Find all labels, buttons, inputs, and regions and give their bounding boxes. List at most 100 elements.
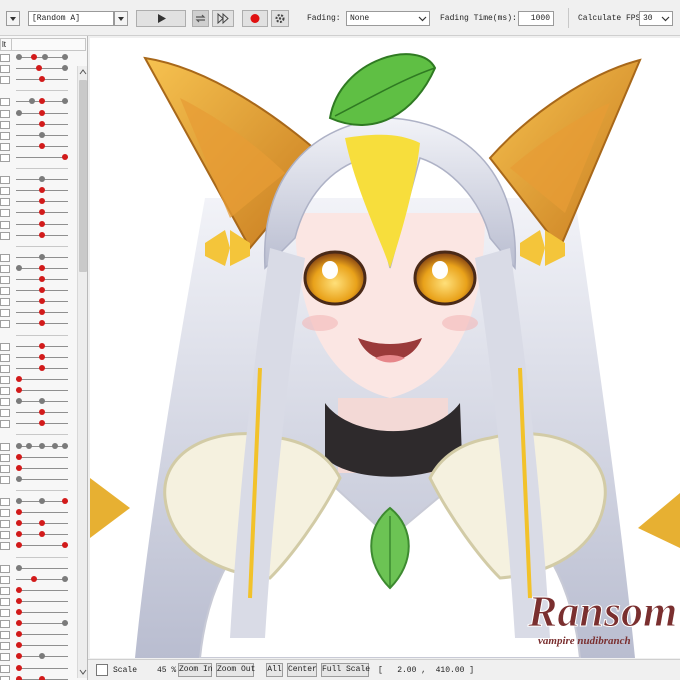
parameter-slider-track[interactable]: [16, 478, 68, 480]
parameter-row[interactable]: [0, 418, 76, 429]
parameter-checkbox[interactable]: [0, 664, 10, 673]
parameter-slider-knob[interactable]: [28, 98, 35, 105]
parameter-checkbox[interactable]: [0, 131, 10, 140]
parameter-checkbox[interactable]: [0, 442, 10, 451]
parameter-slider-track[interactable]: [16, 334, 68, 336]
parameter-slider-knob-active[interactable]: [39, 364, 45, 371]
parameter-slider-knob-active[interactable]: [39, 231, 45, 238]
parameter-slider-knob[interactable]: [15, 264, 22, 271]
parameter-slider-knob-active[interactable]: [15, 653, 22, 660]
parameter-row[interactable]: [0, 307, 76, 318]
parameter-checkbox[interactable]: [0, 542, 10, 551]
parameter-checkbox[interactable]: [0, 453, 10, 462]
parameter-checkbox[interactable]: [0, 220, 10, 229]
parameter-slider-knob[interactable]: [62, 98, 69, 105]
parameter-checkbox[interactable]: [0, 187, 10, 196]
parameter-slider-knob-active[interactable]: [15, 531, 22, 538]
parameter-checkbox[interactable]: [0, 520, 10, 529]
parameter-checkbox[interactable]: [0, 620, 10, 629]
parameter-slider-knob[interactable]: [52, 442, 58, 449]
parameter-checkbox[interactable]: [0, 464, 10, 473]
parameter-checkbox[interactable]: [0, 353, 10, 362]
parameter-row[interactable]: [0, 185, 76, 196]
scroll-down-icon[interactable]: [79, 667, 87, 677]
fading-select[interactable]: None: [346, 11, 430, 26]
parameter-slider-track[interactable]: [16, 434, 68, 436]
parameter-slider-knob-active[interactable]: [39, 420, 45, 427]
parameter-row[interactable]: [0, 452, 76, 463]
parameter-row[interactable]: [0, 63, 76, 74]
parameter-slider-knob[interactable]: [62, 620, 69, 627]
parameter-slider-track[interactable]: [16, 545, 68, 547]
parameter-slider-knob-active[interactable]: [39, 276, 45, 282]
parameter-slider-knob[interactable]: [39, 131, 45, 138]
parameter-slider-knob-active[interactable]: [39, 98, 45, 105]
parameter-checkbox[interactable]: [0, 209, 10, 218]
parameter-slider-track[interactable]: [16, 512, 68, 514]
parameter-row[interactable]: [0, 230, 76, 241]
parameter-slider-knob-active[interactable]: [39, 76, 45, 83]
parameter-slider-knob[interactable]: [39, 176, 45, 183]
parameter-slider-knob-active[interactable]: [39, 187, 45, 194]
parameter-checkbox[interactable]: [0, 398, 10, 407]
parameter-checkbox[interactable]: [0, 276, 10, 284]
parameter-slider-knob-active[interactable]: [15, 675, 22, 680]
parameter-slider-knob-active[interactable]: [15, 586, 22, 593]
parameter-checkbox[interactable]: [0, 109, 10, 118]
parameter-checkbox[interactable]: [0, 642, 10, 651]
play-button[interactable]: [136, 10, 186, 27]
parameter-slider-track[interactable]: [16, 390, 68, 391]
parameter-slider-knob[interactable]: [15, 442, 22, 449]
parameter-slider-knob-active[interactable]: [15, 597, 22, 604]
parameter-slider-knob-active[interactable]: [39, 309, 45, 316]
parameter-checkbox[interactable]: [0, 320, 10, 329]
parameter-slider-knob[interactable]: [39, 442, 45, 449]
parameter-slider-knob-active[interactable]: [39, 342, 45, 349]
parameter-slider-knob-active[interactable]: [15, 375, 22, 382]
parameter-slider-knob-active[interactable]: [15, 542, 22, 549]
parameter-row[interactable]: [0, 74, 76, 85]
parameter-row[interactable]: [0, 119, 76, 130]
model-preview-canvas[interactable]: Ransom vampire nudibranch: [90, 38, 680, 658]
parameter-checkbox[interactable]: [0, 586, 10, 595]
parameter-slider-track[interactable]: [16, 600, 68, 602]
parameter-slider-knob-active[interactable]: [39, 209, 45, 216]
parameter-slider-knob-active[interactable]: [15, 642, 22, 649]
parameter-slider-track[interactable]: [16, 245, 68, 247]
parameter-slider-knob[interactable]: [39, 653, 45, 660]
parameter-checkbox[interactable]: [0, 564, 10, 573]
parameter-row[interactable]: [0, 596, 76, 607]
parameter-slider-knob[interactable]: [15, 54, 22, 60]
parameter-checkbox[interactable]: [0, 298, 10, 307]
parameter-checkbox[interactable]: [0, 198, 10, 207]
parameter-checkbox[interactable]: [0, 231, 10, 240]
parameter-row[interactable]: [0, 385, 76, 396]
parameter-checkbox[interactable]: [0, 287, 10, 296]
zoom-out-button[interactable]: Zoom Out: [216, 663, 255, 677]
parameter-slider-knob-active[interactable]: [39, 220, 45, 227]
parameter-checkbox[interactable]: [0, 54, 10, 62]
parameter-row[interactable]: [0, 640, 76, 651]
parameter-checkbox[interactable]: [0, 65, 10, 74]
parameter-slider-knob[interactable]: [26, 442, 32, 449]
parameter-checkbox[interactable]: [0, 409, 10, 418]
parameter-slider-track[interactable]: [16, 623, 68, 625]
parameter-checkbox[interactable]: [0, 176, 10, 185]
parameter-slider-knob[interactable]: [15, 498, 22, 504]
parameter-slider-knob-active[interactable]: [39, 520, 45, 527]
parameter-checkbox[interactable]: [0, 142, 10, 151]
settings-button[interactable]: [271, 10, 289, 27]
vertical-scrollbar[interactable]: [77, 66, 87, 678]
parameter-slider-track[interactable]: [16, 612, 68, 613]
parameter-row[interactable]: [0, 618, 76, 629]
parameter-slider-track[interactable]: [16, 589, 68, 591]
parameter-checkbox[interactable]: [0, 342, 10, 351]
parameter-row[interactable]: [0, 374, 76, 385]
step-forward-button[interactable]: [212, 10, 234, 27]
motion-dropdown-button[interactable]: [114, 11, 128, 26]
parameter-checkbox[interactable]: [0, 120, 10, 129]
parameter-slider-knob[interactable]: [15, 564, 22, 571]
parameter-slider-knob[interactable]: [62, 54, 69, 60]
parameter-checkbox[interactable]: [0, 498, 10, 506]
parameter-checkbox[interactable]: [0, 76, 10, 85]
